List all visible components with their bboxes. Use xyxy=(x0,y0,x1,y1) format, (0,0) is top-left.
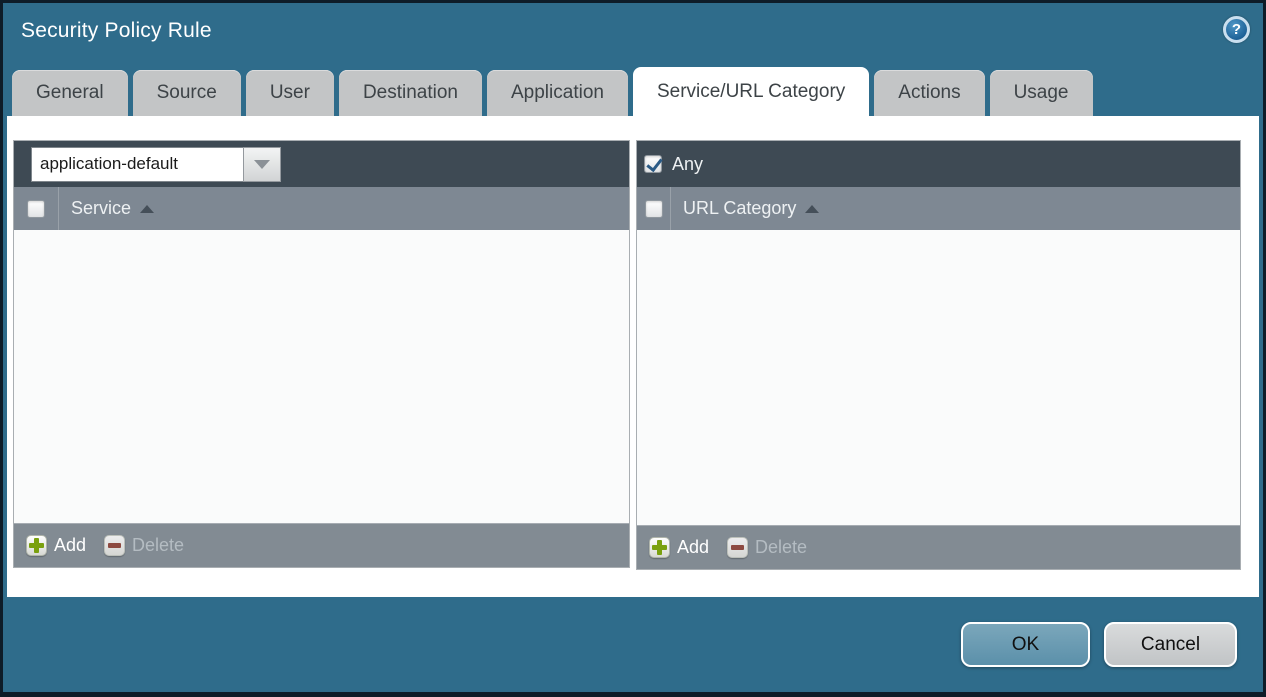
service-panel-footer: Add Delete xyxy=(14,523,629,567)
service-dropdown-button[interactable] xyxy=(243,147,281,182)
service-table-header: Service xyxy=(14,187,629,230)
cancel-button[interactable]: Cancel xyxy=(1104,622,1237,667)
tab-destination[interactable]: Destination xyxy=(339,70,482,116)
ok-button[interactable]: OK xyxy=(961,622,1090,667)
tab-service-url-category[interactable]: Service/URL Category xyxy=(633,67,869,116)
security-policy-rule-dialog: Security Policy Rule General Source User… xyxy=(0,0,1266,697)
page-title: Security Policy Rule xyxy=(21,19,212,43)
service-panel-header xyxy=(14,141,629,187)
service-select-all-cell xyxy=(14,187,59,230)
tab-usage[interactable]: Usage xyxy=(990,70,1093,116)
delete-minus-icon xyxy=(727,537,748,558)
url-category-delete-button[interactable]: Delete xyxy=(727,537,807,558)
tab-content-service-url-category: Service Add Delete Any xyxy=(7,116,1259,597)
any-label: Any xyxy=(672,154,703,175)
sort-ascending-icon[interactable] xyxy=(140,205,154,213)
service-select-all-checkbox[interactable] xyxy=(27,200,45,218)
tab-application[interactable]: Application xyxy=(487,70,628,116)
tab-actions[interactable]: Actions xyxy=(874,70,984,116)
service-add-button[interactable]: Add xyxy=(26,535,86,556)
url-category-select-all-checkbox[interactable] xyxy=(645,200,663,218)
url-category-column-label: URL Category xyxy=(683,198,796,219)
dialog-action-bar: OK Cancel xyxy=(3,597,1263,692)
sort-ascending-icon[interactable] xyxy=(805,205,819,213)
url-category-select-all-cell xyxy=(637,187,671,230)
url-category-list-empty[interactable] xyxy=(637,230,1240,525)
url-category-panel: Any URL Category Add Delete xyxy=(636,140,1241,570)
any-checkbox[interactable] xyxy=(644,155,662,173)
tab-general[interactable]: General xyxy=(12,70,128,116)
title-bar: Security Policy Rule xyxy=(3,3,1263,67)
url-category-table-header: URL Category xyxy=(637,187,1240,230)
service-delete-button[interactable]: Delete xyxy=(104,535,184,556)
service-panel: Service Add Delete xyxy=(13,140,630,568)
service-column-label: Service xyxy=(71,198,131,219)
add-plus-icon xyxy=(26,535,47,556)
chevron-down-icon xyxy=(254,160,270,169)
add-plus-icon xyxy=(649,537,670,558)
service-type-dropdown xyxy=(31,147,281,182)
tab-source[interactable]: Source xyxy=(133,70,241,116)
delete-minus-icon xyxy=(104,535,125,556)
help-icon[interactable] xyxy=(1223,16,1250,43)
url-category-panel-footer: Add Delete xyxy=(637,525,1240,569)
tab-user[interactable]: User xyxy=(246,70,334,116)
service-dropdown-input[interactable] xyxy=(31,147,243,182)
service-list-empty[interactable] xyxy=(14,230,629,523)
url-category-add-button[interactable]: Add xyxy=(649,537,709,558)
tab-bar: General Source User Destination Applicat… xyxy=(3,67,1263,116)
url-category-panel-header: Any xyxy=(637,141,1240,187)
